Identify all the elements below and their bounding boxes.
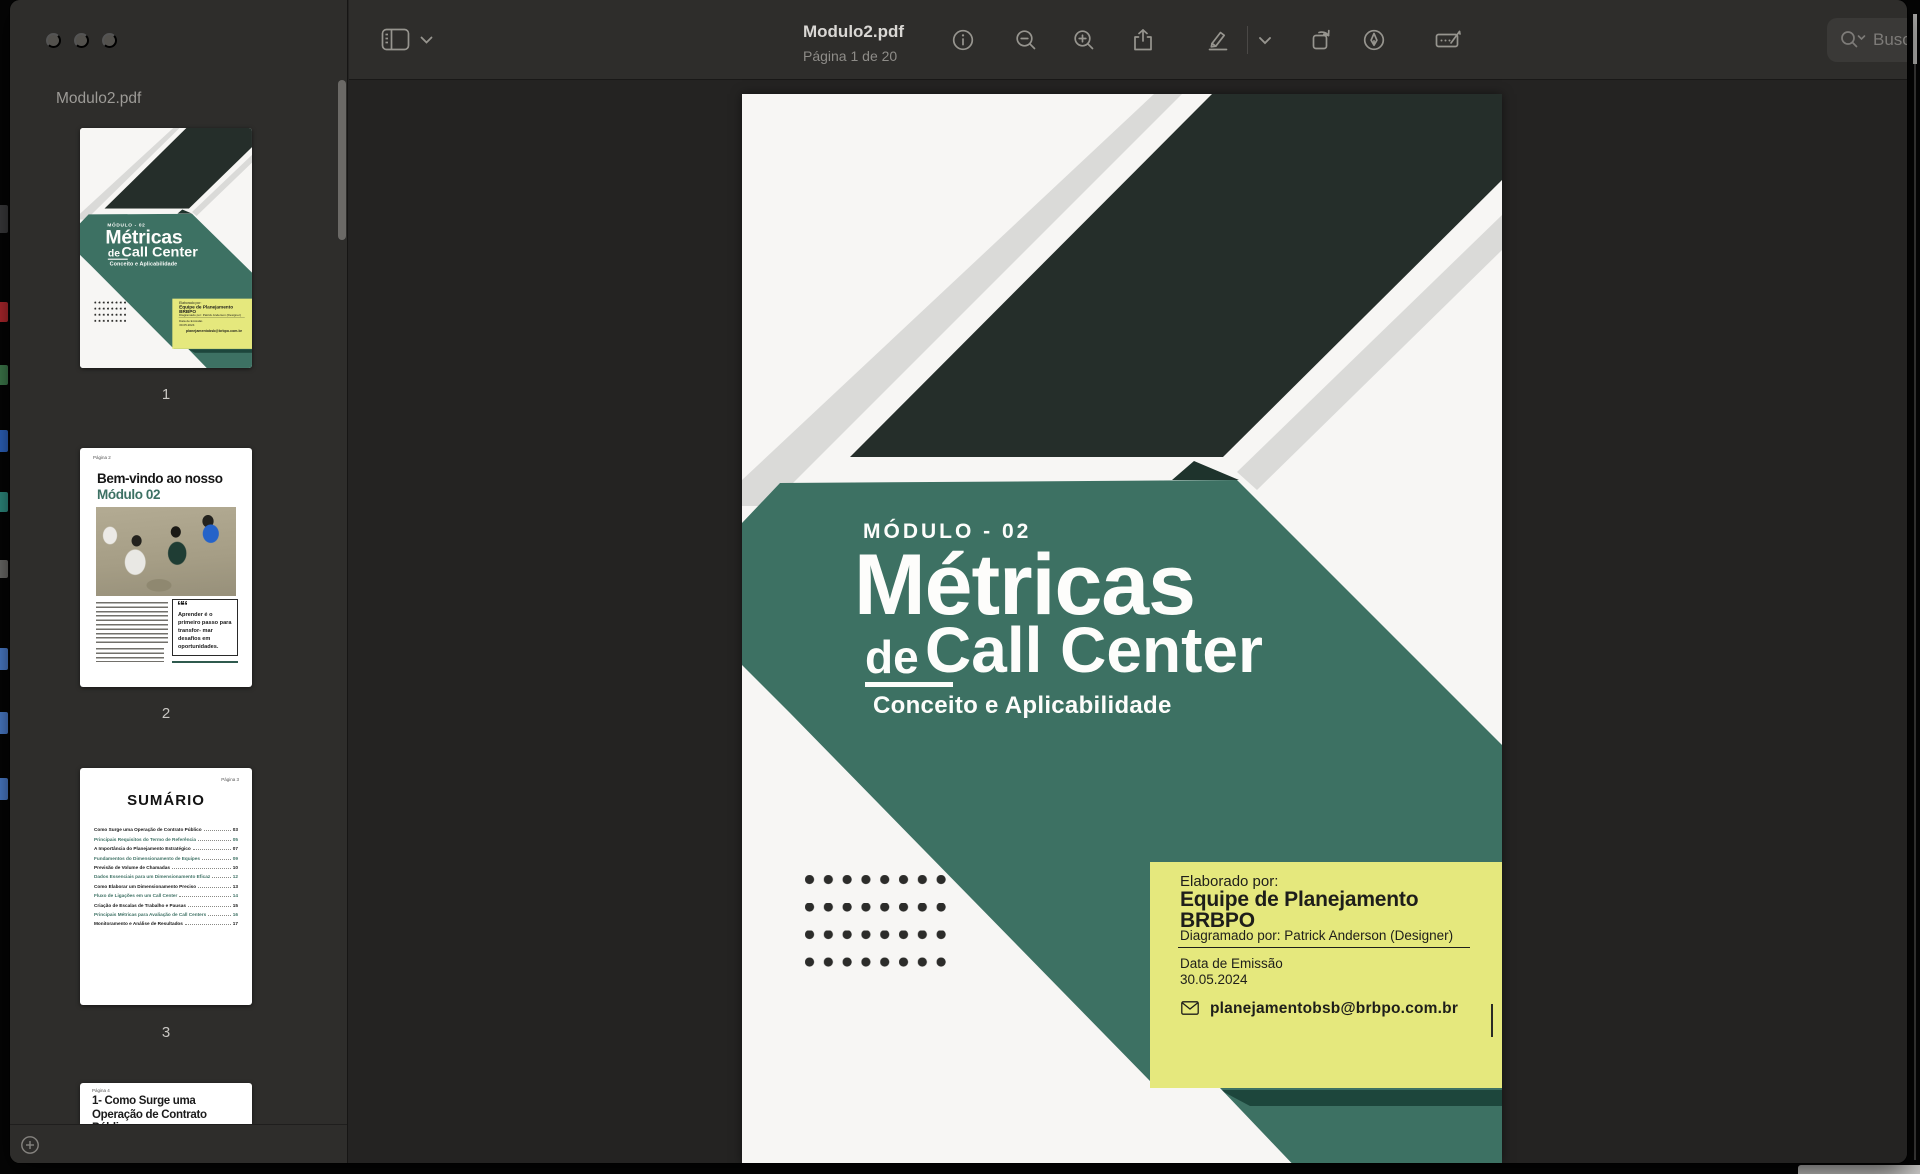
edge-app-sliver-gray [0, 560, 8, 578]
toc-row: Principais Métricas para Avaliação de Ca… [94, 908, 238, 917]
info-box: Elaborado por: Equipe de PlanejamentoBRB… [1150, 862, 1502, 1088]
cover-title2: Call Center [925, 618, 1263, 682]
body-text-lines [96, 602, 168, 644]
edge-app-sliver-blue2 [0, 648, 8, 670]
cover-title2: Call Center [121, 244, 197, 258]
background-window-edge [1913, 14, 1917, 64]
quote-underline [172, 661, 238, 663]
toc-list: Como Surge uma Operação de Contrato Públ… [94, 823, 238, 926]
sidebar-bottom-bar [10, 1124, 347, 1163]
toolbar-divider [1247, 26, 1248, 54]
toc-row: Como Elaborar um Dimensionamento Preciso… [94, 879, 238, 888]
sidebar-toggle-button[interactable] [379, 23, 413, 57]
toc-row: A Importância do Planejamento Estratégic… [94, 842, 238, 851]
toc-row: Fluxo de Ligações em um Call Center14 [94, 889, 238, 898]
edge-app-sliver-blue3 [0, 712, 8, 734]
edge-app-sliver-red [0, 302, 8, 322]
emission-label: Data de Emissão [1180, 956, 1283, 971]
thumbnail-page-4[interactable]: Página 4 1- Como Surge uma Operação de C… [80, 1083, 252, 1124]
cover-subtitle: Conceito e Aplicabilidade [873, 692, 1172, 720]
markup-pen-button[interactable] [1357, 23, 1391, 57]
rotate-button[interactable] [1305, 23, 1339, 57]
sidebar-scrollbar[interactable] [338, 80, 346, 240]
toc-row: Criação de Escalas de Trabalho e Pausas1… [94, 898, 238, 907]
envelope-icon [1181, 1001, 1199, 1015]
document-title: Modulo2.pdf [803, 22, 904, 42]
module-heading: Módulo 02 [97, 487, 160, 502]
page-indicator: Página 1 de 20 [803, 48, 897, 64]
quote-box: ““ Aprender é o primeiro passo para tran… [172, 599, 238, 656]
info-button[interactable] [946, 23, 980, 57]
zoom-out-button[interactable] [1009, 23, 1043, 57]
cursor-tick-mark [1491, 1004, 1493, 1037]
pdf-viewer-area[interactable]: MÓDULO - 02 Métricas de Call Center Conc… [349, 80, 1907, 1163]
quote-text: Aprender é o primeiro passo para transfo… [178, 611, 234, 652]
dots-pattern [94, 302, 127, 323]
sidebar-chevron-button[interactable] [415, 23, 437, 57]
thumbnail-page-1[interactable]: MÓDULO - 02 Métricas de Call Center Conc… [80, 128, 252, 368]
title-underline [108, 259, 128, 260]
minimize-button[interactable] [74, 33, 89, 48]
preview-window: Modulo2.pdf MÓDULO - 02 Métricas de Call… [10, 0, 1907, 1163]
sidebar-filename: Modulo2.pdf [56, 90, 141, 108]
emission-date: 30.05.2024 [1180, 972, 1248, 987]
info-box: Elaborado por: Equipe de PlanejamentoBRB… [172, 299, 252, 349]
toc-row: Previsão de Volume de Chamadas10 [94, 861, 238, 870]
edge-app-sliver-green [0, 365, 8, 385]
team-name: Equipe de PlanejamentoBRBPO [1180, 889, 1418, 931]
summary-title: SUMÁRIO [80, 792, 252, 809]
edge-app-sliver-blue [0, 430, 8, 452]
highlighter-button[interactable] [1201, 23, 1235, 57]
title-underline [865, 682, 953, 687]
form-sign-button[interactable] [1431, 23, 1465, 57]
pdf-page-1: MÓDULO - 02 Métricas de Call Center Conc… [742, 94, 1502, 1163]
page-number-label-2: 2 [80, 705, 252, 722]
toc-row: Principais Requisitos do Termo de Referê… [94, 832, 238, 841]
cover-title-de: de [865, 634, 919, 680]
edge-app-sliver-teal [0, 492, 8, 512]
toc-row: Dados Essenciais para um Dimensionamento… [94, 870, 238, 879]
page-label: Página 3 [221, 777, 239, 782]
email-text: planejamentobsb@brbpo.com.br [186, 329, 242, 333]
cover-subtitle: Conceito e Aplicabilidade [110, 261, 178, 267]
page-number-label-3: 3 [80, 1024, 252, 1041]
divider-line [1178, 947, 1470, 948]
toc-row: Monitoramento e Análise de Resultados17 [94, 917, 238, 926]
search-field [1827, 18, 1907, 62]
zoom-in-button[interactable] [1067, 23, 1101, 57]
diagramado-label: Diagramado por: Patrick Anderson (Design… [179, 313, 241, 316]
zoom-button[interactable] [102, 33, 117, 48]
share-button[interactable] [1126, 23, 1160, 57]
cover-mini: MÓDULO - 02 Métricas de Call Center Conc… [80, 128, 252, 368]
toc-row: Fundamentos do Dimensionamento de Equipe… [94, 851, 238, 860]
page-label: Página 4 [92, 1088, 110, 1093]
thumbnail-page-3[interactable]: Página 3 SUMÁRIO Como Surge uma Operação… [80, 768, 252, 1005]
search-input[interactable] [1873, 18, 1907, 62]
thumbnail-sidebar: Modulo2.pdf MÓDULO - 02 Métricas de Call… [10, 0, 348, 1163]
add-page-button[interactable] [20, 1135, 40, 1155]
cover-title-de: de [108, 248, 120, 258]
background-window-patch [1798, 1165, 1920, 1174]
edge-app-sliver-blue4 [0, 778, 8, 800]
welcome-heading: Bem-vindo ao nosso [97, 471, 223, 486]
thumbnail-page-2[interactable]: Página 2 Bem-vindo ao nosso Módulo 02 ““… [80, 448, 252, 687]
background-window-edge-faint [1914, 64, 1916, 1160]
cover-page: MÓDULO - 02 Métricas de Call Center Conc… [742, 94, 1502, 1163]
close-button[interactable] [46, 33, 61, 48]
email-text: planejamentobsb@brbpo.com.br [1210, 1000, 1458, 1018]
toc-row: Como Surge uma Operação de Contrato Públ… [94, 823, 238, 832]
emission-date: 30.05.2024 [179, 323, 194, 326]
markup-chevron-button[interactable] [1253, 23, 1277, 57]
page-number-label-1: 1 [80, 386, 252, 403]
call-center-photo [96, 507, 236, 596]
body-text-lines [96, 648, 164, 662]
chapter-title: 1- Como Surge uma Operação de Contrato P… [92, 1095, 242, 1124]
edge-app-sliver [0, 205, 8, 233]
diagramado-label: Diagramado por: Patrick Anderson (Design… [1180, 928, 1453, 943]
page-label: Página 2 [93, 455, 111, 460]
toolbar: Modulo2.pdf Página 1 de 20 [349, 0, 1907, 80]
dots-pattern [805, 875, 953, 969]
